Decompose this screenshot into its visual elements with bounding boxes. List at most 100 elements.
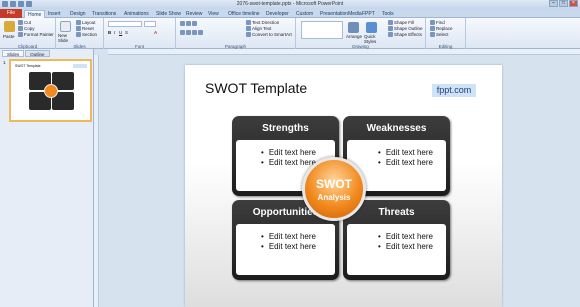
underline-button[interactable]: U <box>119 30 122 35</box>
bullet-list: Edit text here Edit text here <box>261 232 316 252</box>
replace-icon <box>430 26 435 32</box>
tab-custom[interactable]: Custom <box>296 10 313 18</box>
tab-presentationmedia[interactable]: PresentationMedia <box>320 10 362 18</box>
text-direction-icon <box>246 20 251 26</box>
tab-file[interactable]: File <box>0 9 22 18</box>
layout-button[interactable]: Layout <box>76 20 96 26</box>
bullet-list: Edit text here Edit text here <box>261 148 316 168</box>
shape-outline-button[interactable]: Shape Outline <box>388 26 423 32</box>
tab-slide-show[interactable]: Slide Show <box>156 10 181 18</box>
smartart-icon <box>246 32 251 38</box>
tab-insert[interactable]: Insert <box>48 10 61 18</box>
convert-smartart-button[interactable]: Convert to SmartArt <box>246 32 292 38</box>
ribbon: Paste Cut Copy Format Painter Clipboard … <box>0 18 580 49</box>
tab-developer[interactable]: Developer <box>266 10 289 18</box>
tab-design[interactable]: Design <box>70 10 86 18</box>
cut-button[interactable]: Cut <box>18 20 31 26</box>
italic-button[interactable]: I <box>114 30 115 35</box>
shape-effects-button[interactable]: Shape Effects <box>388 32 422 38</box>
tab-tools[interactable]: Tools <box>382 10 394 18</box>
minimize-button[interactable]: – <box>549 0 558 7</box>
list-item: Edit text here <box>378 242 433 252</box>
paste-button[interactable]: Paste <box>3 34 15 39</box>
brush-icon <box>18 32 23 38</box>
align-buttons[interactable] <box>180 30 204 36</box>
tab-outline[interactable]: Outline <box>25 50 50 57</box>
layout-icon <box>76 20 81 26</box>
align-right-icon <box>192 30 197 36</box>
reset-button[interactable]: Reset <box>76 26 94 32</box>
quick-styles-button[interactable]: Quick Styles <box>364 34 378 44</box>
quick-styles-icon[interactable] <box>366 22 377 33</box>
list-item: Edit text here <box>378 232 433 242</box>
title-bar: 2076-swot-template.pptx - Microsoft Powe… <box>0 0 580 9</box>
tab-review[interactable]: Review <box>186 10 202 18</box>
select-icon <box>430 32 435 38</box>
tab-slides[interactable]: Slides <box>2 50 25 57</box>
card-title: Strengths <box>262 123 309 134</box>
copy-icon <box>18 26 23 32</box>
bold-button[interactable]: B <box>108 30 111 35</box>
bullet-list: Edit text here Edit text here <box>378 232 433 252</box>
list-item: Edit text here <box>261 148 316 158</box>
thumb-circle <box>44 84 58 98</box>
bullets-button[interactable] <box>180 21 198 27</box>
align-text-icon <box>246 26 251 32</box>
font-name-select[interactable] <box>108 21 142 27</box>
select-button[interactable]: Select <box>430 32 449 38</box>
tab-view[interactable]: View <box>208 10 219 18</box>
new-slide-icon[interactable] <box>60 21 71 32</box>
tab-office-timeline[interactable]: Office timeline <box>228 10 260 18</box>
align-left-icon <box>180 30 185 36</box>
swot-center-circle[interactable]: SWOT Analysis <box>302 157 366 221</box>
tab-transitions[interactable]: Transitions <box>92 10 116 18</box>
bullets-icon <box>180 21 185 27</box>
align-text-button[interactable]: Align Text <box>246 26 271 32</box>
threats-card[interactable]: Threats Edit text here Edit text here <box>343 200 450 280</box>
copy-button[interactable]: Copy <box>18 26 35 32</box>
list-item: Edit text here <box>261 158 316 168</box>
strikethrough-button[interactable]: S <box>125 30 128 35</box>
thumb-badge <box>73 64 87 68</box>
slide-thumbnail[interactable]: SWOT Template <box>9 59 92 122</box>
window-controls: – □ × <box>549 0 578 7</box>
fill-icon <box>388 20 393 26</box>
align-center-icon <box>186 30 191 36</box>
slide-title[interactable]: SWOT Template <box>205 80 307 96</box>
slides-group: New Slide Layout Reset Section Slides <box>56 18 104 49</box>
maximize-button[interactable]: □ <box>559 0 568 7</box>
section-button[interactable]: Section <box>76 32 97 38</box>
justify-icon <box>198 30 203 36</box>
tab-home[interactable]: Home <box>24 10 46 18</box>
shape-fill-button[interactable]: Shape Fill <box>388 20 414 26</box>
text-direction-button[interactable]: Text Direction <box>246 20 279 26</box>
close-button[interactable]: × <box>569 0 578 7</box>
card-body[interactable]: Edit text here Edit text here <box>347 224 446 275</box>
font-color-button[interactable]: A <box>154 30 157 35</box>
format-painter-button[interactable]: Format Painter <box>18 32 54 38</box>
pane-tabs: Slides Outline <box>2 50 50 57</box>
tab-fppt[interactable]: FPPT <box>362 10 375 18</box>
new-slide-button[interactable]: New Slide <box>58 33 76 43</box>
effects-icon <box>388 32 393 38</box>
arrange-button[interactable]: Arrange <box>346 34 362 39</box>
outline-icon <box>388 26 393 32</box>
list-item: Edit text here <box>378 148 433 158</box>
card-body[interactable]: Edit text here Edit text here <box>236 224 335 275</box>
editing-group: Find Replace Select Editing <box>426 18 466 49</box>
font-size-select[interactable] <box>144 21 156 27</box>
shapes-gallery[interactable] <box>301 21 343 39</box>
binoculars-icon <box>430 20 435 26</box>
find-button[interactable]: Find <box>430 20 445 26</box>
replace-button[interactable]: Replace <box>430 26 453 32</box>
horizontal-ruler[interactable] <box>108 49 580 55</box>
ribbon-tabs: File Home Insert Design Transitions Anim… <box>0 9 580 18</box>
arrange-icon[interactable] <box>348 22 359 33</box>
reset-icon <box>76 26 81 32</box>
vertical-ruler[interactable] <box>94 55 99 307</box>
card-title: Weaknesses <box>366 123 427 134</box>
paste-icon[interactable] <box>4 21 15 32</box>
numbering-icon <box>186 21 191 27</box>
tab-animations[interactable]: Animations <box>124 10 149 18</box>
fppt-badge[interactable]: fppt.com <box>432 84 476 97</box>
